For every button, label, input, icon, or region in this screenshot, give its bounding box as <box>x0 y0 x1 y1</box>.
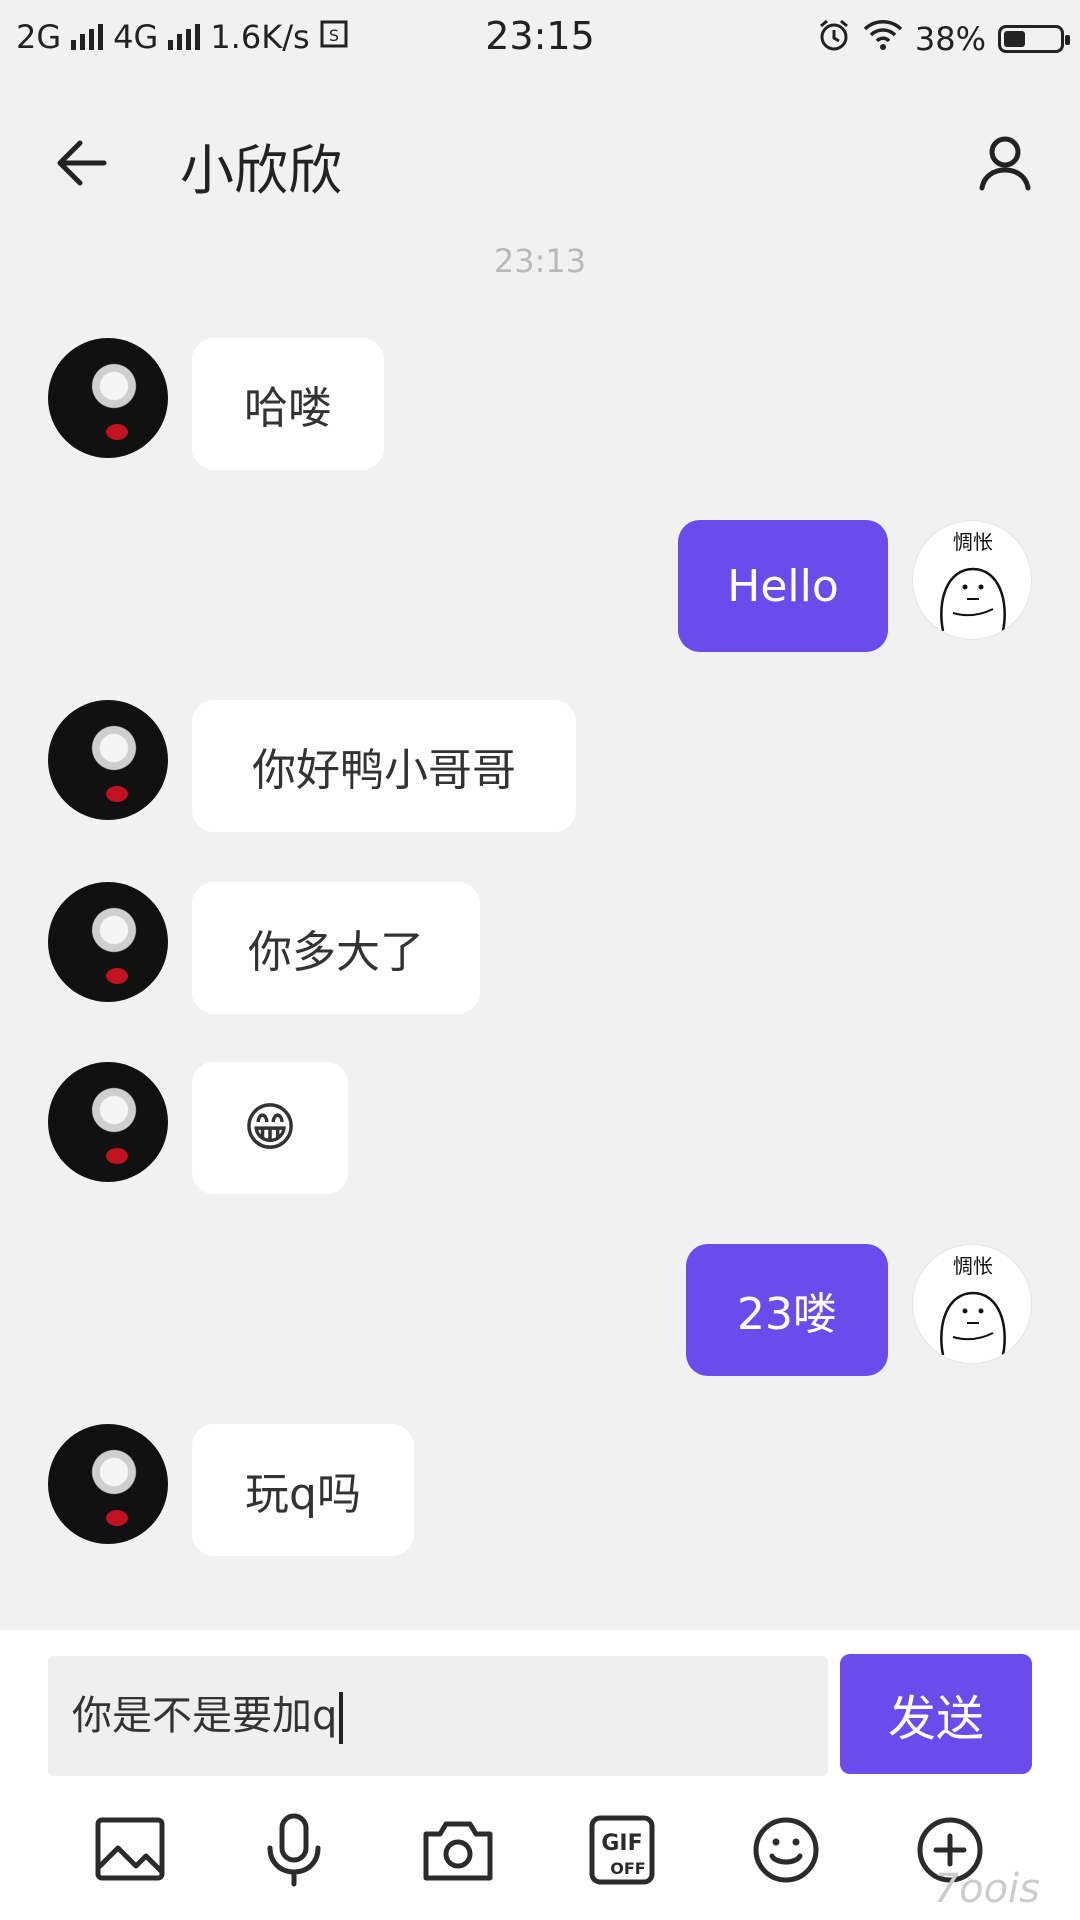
battery-percent: 38% <box>914 20 986 58</box>
incoming-message: 玩q吗 <box>192 1424 414 1556</box>
status-bar: 2G 4G 1.6K/s S 23:15 38% <box>0 0 1080 76</box>
contact-avatar[interactable] <box>48 700 168 820</box>
camera-icon <box>423 1821 493 1881</box>
page-title: 小欣欣 <box>180 139 342 202</box>
svg-text:惆怅: 惆怅 <box>953 1254 993 1278</box>
gif-off-icon: GIF OFF <box>589 1815 655 1885</box>
person-icon <box>979 136 1031 191</box>
incoming-message: 你多大了 <box>192 882 480 1014</box>
composer-toolbar: GIF OFF <box>0 1810 1080 1900</box>
svg-text:惆怅: 惆怅 <box>953 530 993 554</box>
contact-avatar[interactable] <box>48 1062 168 1182</box>
incoming-message: 你好鸭小哥哥 <box>192 700 576 832</box>
contact-avatar[interactable] <box>48 1424 168 1544</box>
wifi-icon <box>863 19 903 59</box>
image-button[interactable] <box>90 1810 170 1890</box>
outgoing-message: Hello <box>678 520 888 652</box>
contact-avatar[interactable] <box>48 882 168 1002</box>
send-button[interactable]: 发送 <box>840 1654 1032 1774</box>
user-avatar[interactable]: 惆怅 <box>912 1244 1032 1364</box>
emoji-icon <box>753 1817 819 1883</box>
message-input-value: 你是不是要加q <box>72 1693 338 1739</box>
message-input[interactable]: 你是不是要加q <box>48 1656 828 1776</box>
watermark: 7oois <box>933 1866 1040 1912</box>
incoming-message: 😁 <box>192 1062 348 1194</box>
message-timestamp: 23:13 <box>493 242 587 280</box>
arrow-left-icon <box>57 140 107 186</box>
alarm-icon <box>817 18 851 60</box>
message-composer: 你是不是要加q 发送 GIF OFF 7oois <box>0 1630 1080 1920</box>
image-icon <box>95 1817 165 1881</box>
incoming-message: 哈喽 <box>192 338 384 470</box>
chat-header: 小欣欣 <box>0 100 1080 220</box>
voice-button[interactable] <box>254 1810 334 1890</box>
camera-button[interactable] <box>418 1810 498 1890</box>
back-button[interactable] <box>48 128 118 198</box>
user-avatar[interactable]: 惆怅 <box>912 520 1032 640</box>
microphone-icon <box>267 1813 321 1887</box>
battery-icon <box>998 25 1070 53</box>
profile-button[interactable] <box>970 128 1040 198</box>
gif-toggle-button[interactable]: GIF OFF <box>582 1810 662 1890</box>
outgoing-message: 23喽 <box>686 1244 888 1376</box>
contact-avatar[interactable] <box>48 338 168 458</box>
svg-text:GIF: GIF <box>601 1831 642 1856</box>
svg-text:OFF: OFF <box>610 1859 645 1878</box>
emoji-button[interactable] <box>746 1810 826 1890</box>
text-cursor <box>339 1692 344 1744</box>
